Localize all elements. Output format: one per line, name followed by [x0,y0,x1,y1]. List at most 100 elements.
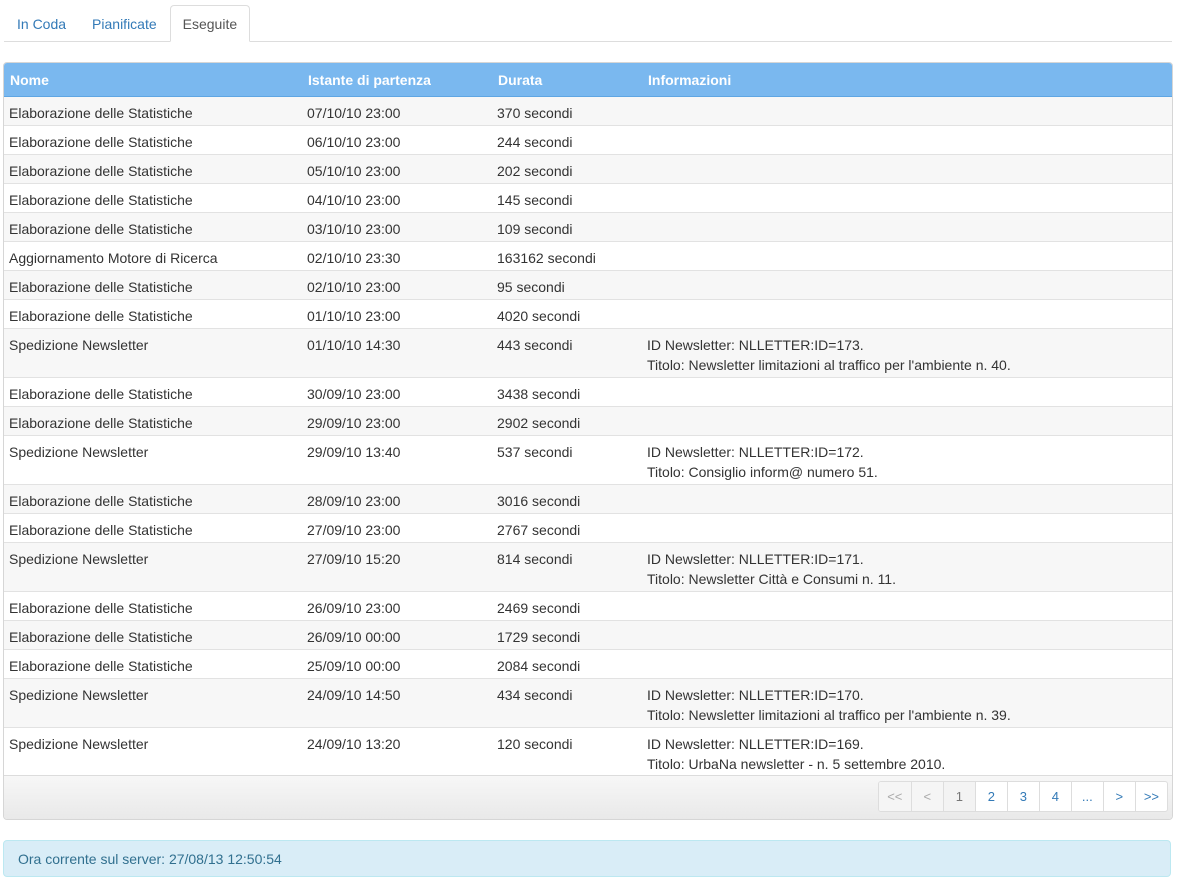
cell-durata: 4020 secondi [492,299,642,329]
cell-nome: Spedizione Newsletter [4,678,302,728]
cell-istante: 05/10/10 23:00 [302,154,492,184]
table-row: Elaborazione delle Statistiche 30/09/10 2… [4,377,1172,407]
cell-nome: Spedizione Newsletter [4,542,302,592]
cell-durata: 145 secondi [492,183,642,213]
cell-informazioni: ID Newsletter: NLLETTER:ID=172. Titolo: C… [642,435,1172,485]
cell-nome: Elaborazione delle Statistiche [4,649,302,679]
cell-durata: 1729 secondi [492,620,642,650]
cell-istante: 03/10/10 23:00 [302,212,492,242]
cell-istante: 04/10/10 23:00 [302,183,492,213]
column-header-nome[interactable]: Nome [4,63,302,97]
cell-informazioni [642,125,1172,155]
cell-informazioni: ID Newsletter: NLLETTER:ID=173. Titolo: N… [642,328,1172,378]
cell-informazioni [642,270,1172,300]
table-row: Elaborazione delle Statistiche 27/09/10 2… [4,513,1172,543]
cell-nome: Elaborazione delle Statistiche [4,183,302,213]
table-row: Spedizione Newsletter 24/09/10 14:50 434 s… [4,678,1172,728]
table-row: Elaborazione delle Statistiche 02/10/10 2… [4,270,1172,300]
info-line: ID Newsletter: NLLETTER:ID=170. [647,687,864,703]
pager-page-2[interactable]: 2 [974,782,1007,811]
cell-nome: Elaborazione delle Statistiche [4,591,302,621]
pager-page-1[interactable]: 1 [942,782,975,811]
cell-nome: Spedizione Newsletter [4,435,302,485]
cell-istante: 25/09/10 00:00 [302,649,492,679]
cell-durata: 3016 secondi [492,484,642,514]
cell-durata: 3438 secondi [492,377,642,407]
cell-nome: Elaborazione delle Statistiche [4,270,302,300]
cell-nome: Elaborazione delle Statistiche [4,125,302,155]
info-line: Titolo: Consiglio inform@ numero 51. [647,464,878,480]
cell-durata: 443 secondi [492,328,642,378]
cell-istante: 07/10/10 23:00 [302,96,492,126]
cell-informazioni [642,406,1172,436]
table-row: Elaborazione delle Statistiche 04/10/10 2… [4,183,1172,213]
info-line: ID Newsletter: NLLETTER:ID=172. [647,444,864,460]
cell-durata: 109 secondi [492,212,642,242]
cell-durata: 434 secondi [492,678,642,728]
cell-istante: 29/09/10 23:00 [302,406,492,436]
info-line: ID Newsletter: NLLETTER:ID=169. [647,736,864,752]
cell-durata: 2469 secondi [492,591,642,621]
cell-informazioni [642,649,1172,679]
table-row: Spedizione Newsletter 01/10/10 14:30 443 s… [4,328,1172,378]
cell-nome: Elaborazione delle Statistiche [4,377,302,407]
cell-nome: Spedizione Newsletter [4,328,302,378]
cell-informazioni: ID Newsletter: NLLETTER:ID=171. Titolo: N… [642,542,1172,592]
cell-informazioni [642,241,1172,271]
tab-in-coda[interactable]: In Coda [4,5,79,42]
pager-page-3[interactable]: 3 [1006,782,1039,811]
info-line: ID Newsletter: NLLETTER:ID=171. [647,551,864,567]
pager-prev-button: < [910,782,943,811]
cell-durata: 95 secondi [492,270,642,300]
table-header-row: Nome Istante di partenza Durata Informaz… [4,63,1172,97]
table-row: Elaborazione delle Statistiche 01/10/10 2… [4,299,1172,329]
info-line: Titolo: UrbaNa newsletter - n. 5 settemb… [647,756,946,772]
cell-durata: 244 secondi [492,125,642,155]
cell-istante: 24/09/10 13:20 [302,727,492,776]
cell-istante: 06/10/10 23:00 [302,125,492,155]
column-header-durata[interactable]: Durata [492,63,642,97]
info-line: Titolo: Newsletter limitazioni al traffi… [647,707,1011,723]
cell-durata: 537 secondi [492,435,642,485]
table-row: Spedizione Newsletter 27/09/10 15:20 814 s… [4,542,1172,592]
tab-pianificate[interactable]: Pianificate [79,5,170,42]
pager-page-4[interactable]: 4 [1038,782,1071,811]
cell-nome: Elaborazione delle Statistiche [4,96,302,126]
cell-informazioni [642,484,1172,514]
cell-informazioni [642,183,1172,213]
column-header-informazioni[interactable]: Informazioni [642,63,1172,97]
table-row: Elaborazione delle Statistiche 28/09/10 2… [4,484,1172,514]
cell-istante: 02/10/10 23:00 [302,270,492,300]
cell-nome: Elaborazione delle Statistiche [4,484,302,514]
pagination: << <1 2 3 4... > >> [877,781,1168,812]
cell-istante: 26/09/10 23:00 [302,591,492,621]
cell-nome: Elaborazione delle Statistiche [4,212,302,242]
jobs-table: Nome Istante di partenza Durata Informaz… [4,63,1172,776]
cell-durata: 2767 secondi [492,513,642,543]
cell-durata: 163162 secondi [492,241,642,271]
table-row: Elaborazione delle Statistiche 26/09/10 0… [4,620,1172,650]
table-row: Elaborazione delle Statistiche 03/10/10 2… [4,212,1172,242]
cell-informazioni: ID Newsletter: NLLETTER:ID=170. Titolo: N… [642,678,1172,728]
jobs-table-body: Elaborazione delle Statistiche 07/10/10 2… [4,96,1172,776]
cell-durata: 2902 secondi [492,406,642,436]
cell-informazioni [642,96,1172,126]
tab-eseguite[interactable]: Eseguite [169,5,251,42]
cell-istante: 24/09/10 14:50 [302,678,492,728]
pager-last-button[interactable]: >> [1134,782,1167,811]
table-row: Elaborazione delle Statistiche 26/09/10 2… [4,591,1172,621]
cell-istante: 28/09/10 23:00 [302,484,492,514]
table-row: Elaborazione delle Statistiche 25/09/10 0… [4,649,1172,679]
cell-nome: Elaborazione delle Statistiche [4,299,302,329]
pager-more-button[interactable]: ... [1070,782,1103,811]
table-row: Spedizione Newsletter 29/09/10 13:40 537 s… [4,435,1172,485]
column-header-istante[interactable]: Istante di partenza [302,63,492,97]
cell-nome: Spedizione Newsletter [4,727,302,776]
cell-informazioni [642,299,1172,329]
cell-informazioni [642,212,1172,242]
cell-istante: 01/10/10 23:00 [302,299,492,329]
pager-next-button[interactable]: > [1102,782,1135,811]
cell-istante: 26/09/10 00:00 [302,620,492,650]
cell-nome: Elaborazione delle Statistiche [4,406,302,436]
info-line: Titolo: Newsletter limitazioni al traffi… [647,357,1011,373]
